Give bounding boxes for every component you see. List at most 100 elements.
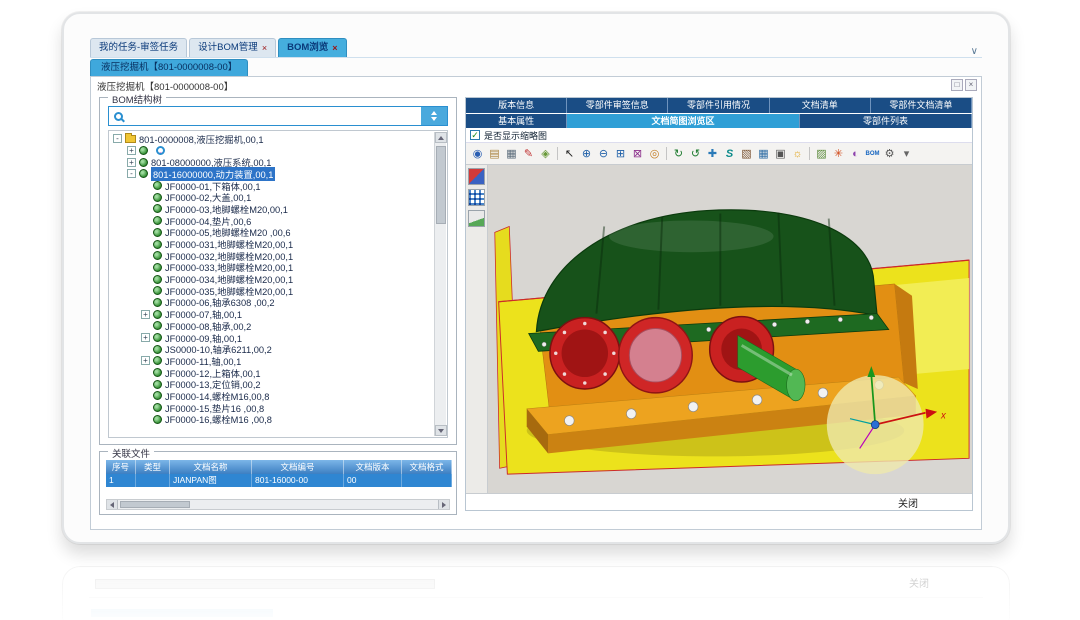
table-cell bbox=[402, 474, 452, 487]
zoom-window-icon[interactable]: ⊞ bbox=[612, 146, 629, 162]
orbit-view-icon[interactable]: ↺ bbox=[687, 146, 704, 162]
tree-item[interactable]: JF0000-06,轴承6308 ,00,2 bbox=[111, 297, 433, 309]
image-view-icon[interactable]: ▨ bbox=[813, 146, 830, 162]
scroll-right-icon[interactable] bbox=[438, 500, 449, 509]
part-icon bbox=[153, 403, 162, 412]
explode-icon[interactable]: ✳ bbox=[830, 146, 847, 162]
snapshot-panel-icon[interactable] bbox=[468, 210, 485, 227]
tree-item[interactable]: +JF0000-07,轴,00,1 bbox=[111, 308, 433, 320]
section-icon[interactable]: ▧ bbox=[738, 146, 755, 162]
expander-icon[interactable]: + bbox=[141, 333, 150, 342]
tree-item[interactable]: -801-0000008,液压挖掘机,00,1 bbox=[111, 133, 433, 145]
model-tree-icon[interactable] bbox=[468, 189, 485, 206]
light-icon[interactable]: ☼ bbox=[789, 146, 806, 162]
expander-icon[interactable]: - bbox=[127, 169, 136, 178]
zoom-assist-icon[interactable]: ◎ bbox=[646, 146, 663, 162]
select-arrow-icon[interactable]: ↖ bbox=[561, 146, 578, 162]
part-icon bbox=[153, 251, 162, 260]
table-row[interactable]: 1 JIANPAN图 801-16000-00 00 bbox=[106, 474, 450, 487]
tree-item[interactable]: JF0000-13,定位销,00,2 bbox=[111, 378, 433, 390]
more-icon[interactable]: ▾ bbox=[898, 146, 915, 162]
grid-icon[interactable]: ▦ bbox=[755, 146, 772, 162]
tab-close-icon[interactable]: × bbox=[262, 44, 267, 53]
render-palette-icon[interactable]: ◐ bbox=[847, 146, 864, 162]
scroll-up-icon[interactable] bbox=[435, 132, 447, 143]
expander-icon[interactable]: + bbox=[141, 356, 150, 365]
tab-part-review-info[interactable]: 零部件审签信息 bbox=[567, 98, 668, 113]
stamp-icon[interactable]: ◈ bbox=[537, 146, 554, 162]
tree-item[interactable]: +801-010000000,底盘总成,00,1 bbox=[111, 145, 433, 157]
open-document-icon[interactable]: ▤ bbox=[486, 146, 503, 162]
tree-item[interactable]: JS0000-10,轴承6211,00,2 bbox=[111, 343, 433, 355]
tab-version-info[interactable]: 版本信息 bbox=[466, 98, 567, 113]
scroll-thumb[interactable] bbox=[436, 146, 446, 224]
rotate-view-icon[interactable]: ↻ bbox=[670, 146, 687, 162]
pan-view-icon[interactable]: ✚ bbox=[704, 146, 721, 162]
toolbar-separator bbox=[557, 147, 558, 160]
3d-viewport[interactable]: x bbox=[488, 165, 972, 493]
tab-part-list[interactable]: 零部件列表 bbox=[800, 114, 972, 128]
expander-icon[interactable]: - bbox=[113, 134, 122, 143]
zoom-in-icon[interactable]: ⊕ bbox=[578, 146, 595, 162]
tree-item[interactable]: +JF0000-09,轴,00,1 bbox=[111, 332, 433, 344]
snapshot-camera-icon[interactable]: ▣ bbox=[772, 146, 789, 162]
tab-design-bom[interactable]: 设计BOM管理 × bbox=[189, 38, 276, 57]
tree-item[interactable]: JF0000-12,上箱体,00,1 bbox=[111, 367, 433, 379]
redline-edit-icon[interactable]: ✎ bbox=[520, 146, 537, 162]
tree-item[interactable]: JF0000-01,下箱体,00,1 bbox=[111, 180, 433, 192]
tree-search-box bbox=[108, 106, 448, 126]
bom-tree: -801-0000008,液压挖掘机,00,1 +801-010000000,底… bbox=[108, 130, 448, 438]
chevron-down-icon[interactable]: ∨ bbox=[967, 46, 982, 57]
document-info-icon[interactable]: ◉ bbox=[469, 146, 486, 162]
thumbnail-checkbox[interactable]: ✓ bbox=[470, 130, 480, 140]
part-icon bbox=[153, 263, 162, 272]
zoom-out-icon[interactable]: ⊖ bbox=[595, 146, 612, 162]
column-header: 文档编号 bbox=[252, 460, 344, 474]
subtab-excavator[interactable]: 液压挖掘机【801-0000008-00】 bbox=[90, 59, 248, 76]
viewpoint-icon[interactable] bbox=[468, 168, 485, 185]
collapse-up-icon[interactable] bbox=[431, 111, 437, 115]
scroll-thumb[interactable] bbox=[120, 501, 190, 508]
walkthrough-icon[interactable]: S bbox=[721, 146, 738, 162]
tab-close-icon[interactable]: × bbox=[332, 44, 337, 53]
tree-item[interactable]: JF0000-08,轴承,00,2 bbox=[111, 320, 433, 332]
detail-tabs-row2: 基本属性 文档简图浏览区 零部件列表 bbox=[466, 113, 972, 128]
tab-basic-properties[interactable]: 基本属性 bbox=[466, 114, 567, 128]
tree-item[interactable]: JF0000-03,地脚螺栓M20,00,1 bbox=[111, 203, 433, 215]
bom-view-icon[interactable]: BOM bbox=[864, 146, 881, 162]
tree-item[interactable]: JF0000-15,垫片16 ,00,8 bbox=[111, 402, 433, 414]
files-hscrollbar[interactable] bbox=[106, 499, 450, 510]
tree-scrollbar[interactable] bbox=[434, 132, 446, 436]
tab-bom-browse[interactable]: BOM浏览 × bbox=[278, 38, 346, 57]
close-button[interactable]: 关闭 bbox=[898, 495, 918, 510]
tree-item[interactable]: JF0000-14,螺栓M16,00,8 bbox=[111, 390, 433, 402]
reflection-tab-bar bbox=[91, 609, 273, 617]
expander-icon[interactable]: + bbox=[141, 310, 150, 319]
related-files-group: 关联文件 序号 类型 文档名称 文档编号 文档版本 文档格式 1 JIANPAN… bbox=[99, 451, 457, 515]
tab-my-tasks[interactable]: 我的任务-审签任务 bbox=[90, 38, 187, 57]
expander-icon[interactable]: + bbox=[127, 146, 136, 155]
tab-part-document-list[interactable]: 零部件文档清单 bbox=[871, 98, 972, 113]
close-icon[interactable]: × bbox=[965, 79, 977, 91]
viewer-area: x bbox=[466, 165, 972, 494]
search-updown-control[interactable] bbox=[421, 107, 447, 125]
scroll-down-icon[interactable] bbox=[435, 425, 447, 436]
scroll-left-icon[interactable] bbox=[107, 500, 118, 509]
zoom-fit-icon[interactable]: ⊠ bbox=[629, 146, 646, 162]
tab-document-preview[interactable]: 文档简图浏览区 bbox=[567, 114, 800, 128]
part-icon bbox=[153, 275, 162, 284]
viewer-canvas[interactable]: x bbox=[488, 165, 972, 493]
tab-part-reference[interactable]: 零部件引用情况 bbox=[668, 98, 769, 113]
tab-document-list[interactable]: 文档清单 bbox=[770, 98, 871, 113]
tree-item[interactable]: +JF0000-11,轴,00,1 bbox=[111, 355, 433, 367]
tree-item[interactable]: -801-16000000,动力装置,00,1 bbox=[111, 168, 433, 180]
expander-icon[interactable]: + bbox=[127, 158, 136, 167]
print-icon[interactable]: ▦ bbox=[503, 146, 520, 162]
settings-icon[interactable]: ⚙ bbox=[881, 146, 898, 162]
search-input[interactable] bbox=[128, 108, 421, 124]
tree-item[interactable]: JF0000-16,螺栓M16 ,00,8 bbox=[111, 414, 433, 426]
expand-down-icon[interactable] bbox=[431, 117, 437, 121]
column-header: 序号 bbox=[106, 460, 136, 474]
table-cell: 801-16000-00 bbox=[252, 474, 344, 487]
minimize-icon[interactable]: □ bbox=[951, 79, 963, 91]
